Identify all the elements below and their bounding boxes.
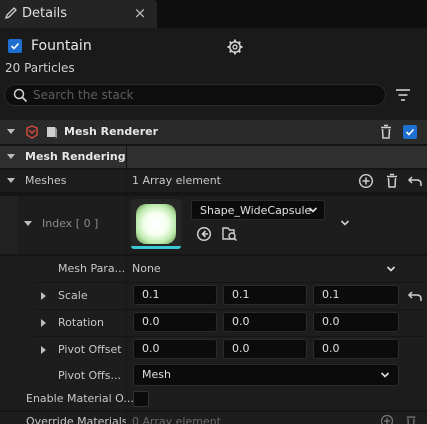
expand-arrow-icon[interactable] [7,178,15,183]
expand-arrow-icon[interactable] [24,221,32,226]
chevron-down-icon[interactable] [386,264,396,274]
reset-icon[interactable] [407,173,423,189]
pivot-offset-space-value: Mesh [142,368,171,381]
mesh-param-label: Mesh Para... [58,262,126,275]
chevron-down-icon[interactable] [340,218,350,228]
pivot-offset-space-row: Pivot Offs... Mesh [0,363,427,389]
chevron-down-icon [308,207,318,213]
scale-z-input[interactable]: 0.1 [313,285,399,305]
reset-icon[interactable] [407,288,423,304]
collapse-arrow-icon[interactable] [7,154,15,159]
search-input[interactable]: Search the stack [4,84,386,106]
tab-details[interactable]: Details × [0,0,157,28]
check-icon [405,128,415,136]
mesh-asset-name: Shape_WideCapsule [200,204,312,217]
pivot-offset-row: Pivot Offset 0.0 0.0 0.0 [0,337,427,363]
search-icon [13,88,28,103]
section-header-mesh-rendering[interactable]: Mesh Rendering [0,146,427,168]
override-materials-label: Override Materials [26,415,128,424]
meshes-row: Meshes 1 Array element [0,170,427,192]
pivot-offset-x-input[interactable]: 0.0 [133,339,217,359]
pivot-offset-space-dropdown[interactable]: Mesh [133,364,399,386]
chevron-down-icon [380,372,390,378]
collapse-arrow-icon[interactable] [7,129,15,134]
meshes-value: 1 Array element [132,174,221,187]
rotation-label: Rotation [58,316,105,329]
mesh-asset-picker[interactable]: Shape_WideCapsule [191,200,325,220]
module-header-mesh-renderer[interactable]: Mesh Renderer [0,120,427,144]
scale-x-input[interactable]: 0.1 [133,285,217,305]
gear-icon[interactable] [226,38,244,56]
pivot-offset-y-input[interactable]: 0.0 [223,339,307,359]
expand-arrow-icon[interactable] [41,292,46,300]
pencil-icon [4,7,17,20]
cube-icon [47,127,57,138]
pivot-offset-label: Pivot Offset [58,343,122,356]
pivot-offset-space-label: Pivot Offs... [58,369,121,382]
rotation-x-input[interactable]: 0.0 [133,312,217,332]
rotation-y-input[interactable]: 0.0 [223,312,307,332]
tab-bar: Details × [0,0,427,28]
scale-label: Scale [58,289,88,302]
module-enable-checkbox[interactable] [403,125,417,139]
add-element-icon[interactable] [358,173,374,189]
system-title: Fountain [31,38,92,54]
expand-arrow-icon[interactable] [41,319,46,327]
particle-count: 20 Particles [5,61,75,75]
browse-asset-icon[interactable] [221,226,238,242]
module-icon [26,125,38,139]
enable-material-checkbox[interactable] [133,391,149,407]
section-title: Mesh Rendering [25,150,126,163]
use-selected-icon[interactable] [196,226,212,242]
rotation-row: Rotation 0.0 0.0 0.0 [0,310,427,336]
scale-row: Scale 0.1 0.1 0.1 [0,283,427,309]
scale-y-input[interactable]: 0.1 [223,285,307,305]
tab-label: Details [22,6,68,21]
rotation-z-input[interactable]: 0.0 [313,312,399,332]
expand-arrow-icon[interactable] [41,346,46,354]
mesh-param-value[interactable]: None [132,262,161,275]
enable-material-label: Enable Material O... [26,392,134,405]
trash-icon[interactable] [384,173,400,189]
enable-material-row: Enable Material O... [0,388,427,410]
close-icon[interactable]: × [132,4,148,22]
emitter-enable-checkbox[interactable] [8,39,22,53]
module-title: Mesh Renderer [64,125,159,138]
meshes-label: Meshes [25,174,67,187]
check-icon [10,42,20,50]
filter-icon[interactable] [394,86,412,104]
index-label: Index [ 0 ] [42,217,99,230]
trash-icon[interactable] [404,414,418,424]
trash-icon[interactable] [378,124,394,140]
add-element-icon[interactable] [380,414,394,424]
override-materials-row: Override Materials 0 Array element [0,412,427,424]
mesh-thumbnail[interactable] [131,199,181,249]
pivot-offset-z-input[interactable]: 0.0 [313,339,399,359]
mesh-param-row: Mesh Para... None [0,256,427,282]
override-materials-value: 0 Array element [132,415,221,424]
search-placeholder: Search the stack [33,88,134,102]
